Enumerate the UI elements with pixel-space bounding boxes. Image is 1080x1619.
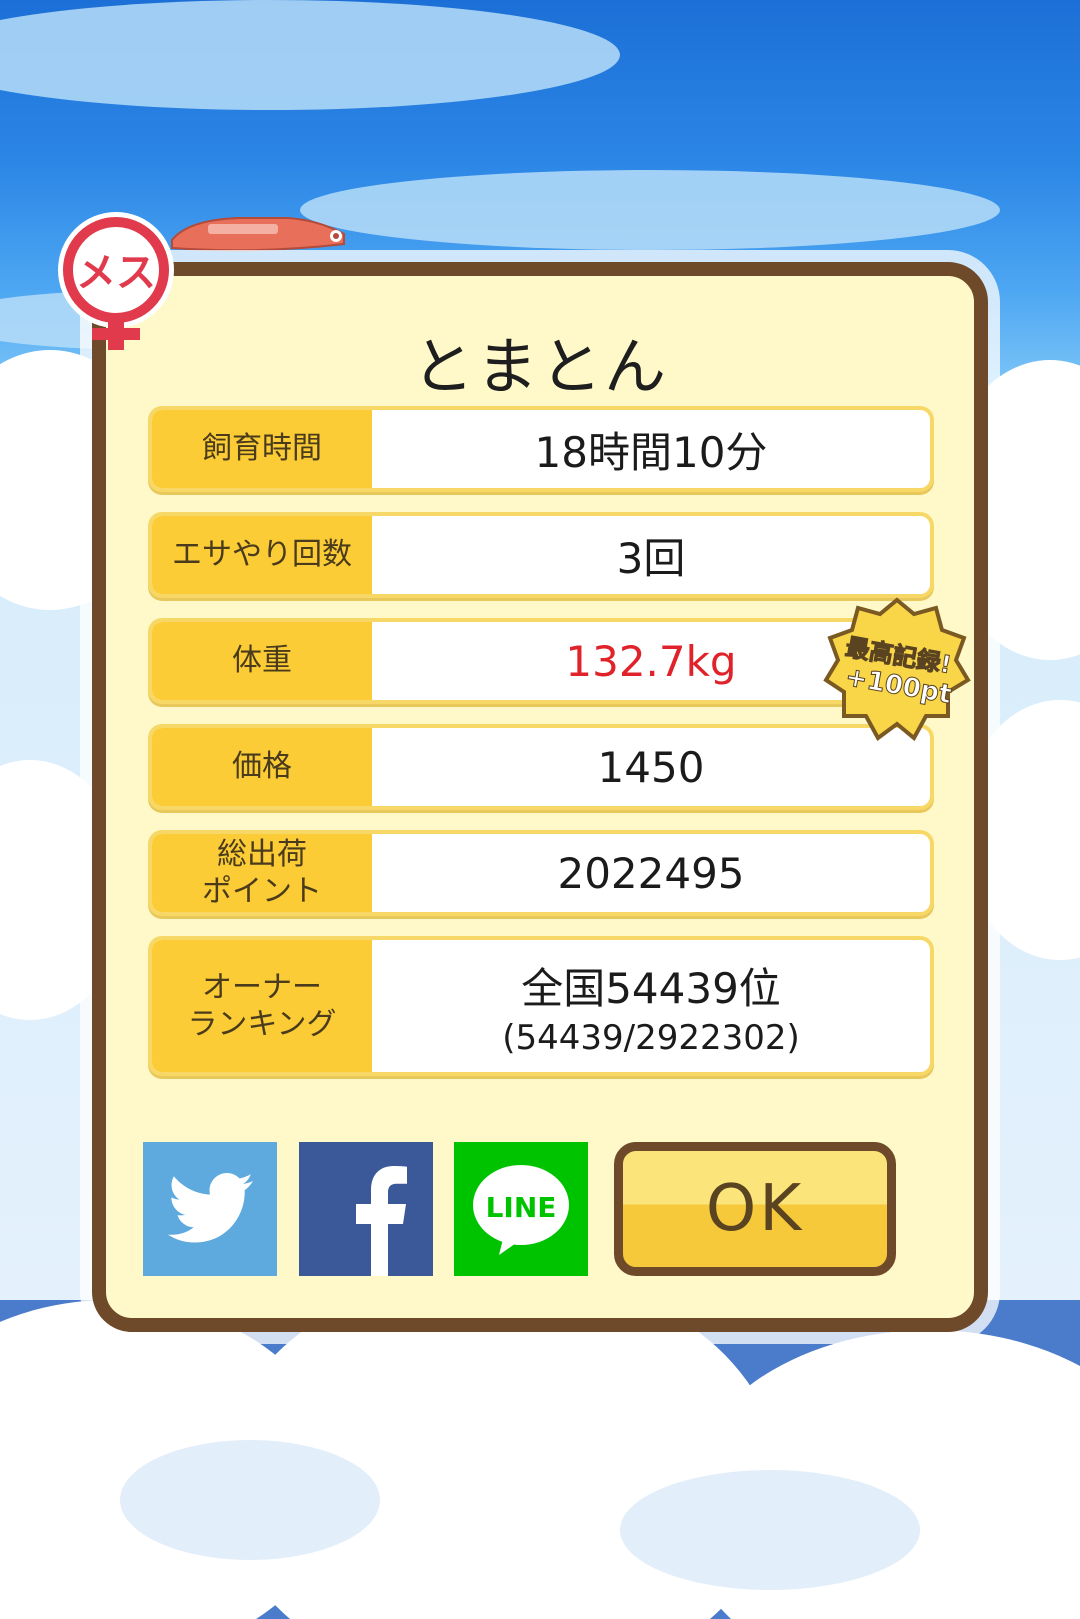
- facebook-icon: [356, 1166, 407, 1276]
- game-screen: とまとん 飼育時間 18時間10分 エサやり回数 3回 体重 132.7kg 価…: [0, 0, 1080, 1619]
- sky-cloud-band: [300, 170, 1000, 250]
- stat-value: 全国54439位 (54439/2922302): [372, 940, 930, 1072]
- stat-value-text: 1450: [597, 742, 705, 792]
- stat-value-text: 2022495: [557, 848, 745, 898]
- record-badge-icon: 最高記録! +100pt: [823, 597, 971, 742]
- stat-value-text: 18時間10分: [534, 427, 768, 477]
- stat-value: 3回: [372, 516, 930, 594]
- stat-row-weight: 体重 132.7kg: [148, 618, 934, 704]
- facebook-share-button[interactable]: [299, 1142, 433, 1276]
- stat-value-text: 3回: [616, 533, 686, 583]
- stat-label: 価格: [152, 728, 372, 806]
- stat-label: エサやり回数: [152, 516, 372, 594]
- stat-value-subtext: (54439/2922302): [502, 1017, 800, 1058]
- stat-row-breeding-time: 飼育時間 18時間10分: [148, 406, 934, 492]
- line-share-button[interactable]: LINE: [454, 1142, 588, 1276]
- twitter-icon: [167, 1173, 253, 1243]
- cloud-shadow: [120, 1440, 380, 1560]
- line-logo-text: LINE: [486, 1191, 557, 1224]
- female-icon: メス: [58, 212, 174, 350]
- stat-value-text: 全国54439位: [521, 963, 781, 1013]
- line-icon: LINE: [473, 1165, 569, 1255]
- ok-button[interactable]: OK: [614, 1142, 896, 1276]
- stat-value-text: 132.7kg: [565, 636, 737, 686]
- sky-cloud-band: [0, 0, 620, 110]
- pet-name: とまとん: [411, 330, 668, 403]
- stat-label: オーナー ランキング: [152, 940, 372, 1072]
- stat-row-total-points: 総出荷 ポイント 2022495: [148, 830, 934, 916]
- stat-label: 体重: [152, 622, 372, 700]
- gender-label: メス: [76, 250, 156, 296]
- stat-value: 2022495: [372, 834, 930, 912]
- stat-label: 飼育時間: [152, 410, 372, 488]
- stat-row-owner-ranking: オーナー ランキング 全国54439位 (54439/2922302): [148, 936, 934, 1076]
- twitter-share-button[interactable]: [143, 1142, 277, 1276]
- stat-label: 総出荷 ポイント: [152, 834, 372, 912]
- stat-value: 18時間10分: [372, 410, 930, 488]
- stat-row-feed-count: エサやり回数 3回: [148, 512, 934, 598]
- cloud-shadow: [620, 1470, 920, 1590]
- stat-row-price: 価格 1450: [148, 724, 934, 810]
- boat-icon: [171, 217, 345, 252]
